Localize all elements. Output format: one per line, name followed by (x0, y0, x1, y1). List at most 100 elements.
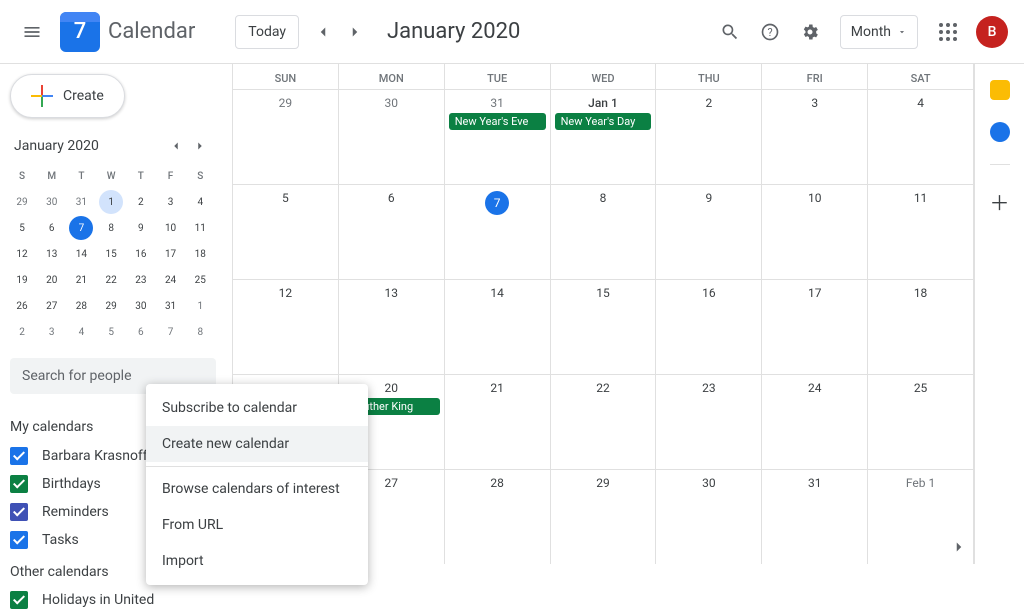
mini-cal-day[interactable]: 29 (99, 294, 123, 318)
day-cell[interactable]: 14 (445, 280, 551, 374)
tasks-icon[interactable] (990, 122, 1010, 142)
day-cell[interactable]: 30 (656, 470, 762, 564)
menu-item[interactable]: Browse calendars of interest (146, 471, 368, 507)
mini-cal-day[interactable]: 30 (40, 190, 64, 214)
day-cell[interactable]: 29 (233, 90, 339, 184)
mini-cal-day[interactable]: 4 (188, 190, 212, 214)
calendar-item[interactable]: Holidays in United (10, 586, 216, 614)
view-selector[interactable]: Month (840, 15, 918, 49)
day-cell[interactable]: 17 (762, 280, 868, 374)
mini-cal-day[interactable]: 2 (129, 190, 153, 214)
mini-cal-day[interactable]: 3 (159, 190, 183, 214)
search-button[interactable] (710, 12, 750, 52)
prev-month-button[interactable] (307, 16, 339, 48)
mini-cal-day[interactable]: 28 (69, 294, 93, 318)
mini-cal-day[interactable]: 4 (69, 320, 93, 344)
mini-cal-day[interactable]: 8 (99, 216, 123, 240)
mini-cal-day[interactable]: 15 (99, 242, 123, 266)
menu-item[interactable]: Create new calendar (146, 426, 368, 462)
menu-item[interactable]: Import (146, 543, 368, 579)
day-cell[interactable]: 22 (551, 375, 657, 469)
day-cell[interactable]: 24 (762, 375, 868, 469)
mini-cal-day[interactable]: 25 (188, 268, 212, 292)
account-avatar[interactable]: B (976, 16, 1008, 48)
day-cell[interactable]: 18 (868, 280, 974, 374)
day-cell[interactable]: 10 (762, 185, 868, 279)
mini-cal-day[interactable]: 20 (40, 268, 64, 292)
menu-item[interactable]: Subscribe to calendar (146, 390, 368, 426)
mini-cal-day[interactable]: 1 (188, 294, 212, 318)
google-apps-button[interactable] (928, 12, 968, 52)
mini-cal-day[interactable]: 19 (10, 268, 34, 292)
mini-cal-day[interactable]: 2 (10, 320, 34, 344)
day-cell[interactable]: 21 (445, 375, 551, 469)
event-chip[interactable]: New Year's Eve (449, 113, 546, 130)
day-cell[interactable]: 29 (551, 470, 657, 564)
calendar-checkbox[interactable] (10, 447, 28, 465)
calendar-checkbox[interactable] (10, 531, 28, 549)
day-cell[interactable]: 31 (762, 470, 868, 564)
mini-cal-day[interactable]: 23 (129, 268, 153, 292)
mini-cal-day[interactable]: 21 (69, 268, 93, 292)
mini-cal-day[interactable]: 30 (129, 294, 153, 318)
main-menu-button[interactable] (8, 8, 56, 56)
mini-cal-day[interactable]: 16 (129, 242, 153, 266)
day-cell[interactable]: 6 (339, 185, 445, 279)
mini-cal-day[interactable]: 26 (10, 294, 34, 318)
mini-cal-day[interactable]: 29 (10, 190, 34, 214)
mini-cal-day[interactable]: 10 (159, 216, 183, 240)
mini-cal-day[interactable]: 8 (188, 320, 212, 344)
mini-cal-day[interactable]: 17 (159, 242, 183, 266)
day-cell[interactable]: Jan 1New Year's Day (551, 90, 657, 184)
mini-cal-day[interactable]: 14 (69, 242, 93, 266)
day-cell[interactable]: 8 (551, 185, 657, 279)
day-cell[interactable]: 13 (339, 280, 445, 374)
day-cell[interactable]: 9 (656, 185, 762, 279)
day-cell[interactable]: 2 (656, 90, 762, 184)
day-cell[interactable]: 7 (445, 185, 551, 279)
day-cell[interactable]: 4 (868, 90, 974, 184)
day-cell[interactable]: 28 (445, 470, 551, 564)
calendar-checkbox[interactable] (10, 503, 28, 521)
day-cell[interactable]: 3 (762, 90, 868, 184)
mini-cal-day[interactable]: 27 (40, 294, 64, 318)
day-cell[interactable]: 23 (656, 375, 762, 469)
calendar-checkbox[interactable] (10, 591, 28, 609)
create-button[interactable]: Create (10, 74, 125, 118)
day-cell[interactable]: 30 (339, 90, 445, 184)
mini-next-button[interactable] (188, 134, 212, 158)
today-button[interactable]: Today (235, 15, 299, 49)
scroll-right-button[interactable] (950, 538, 968, 556)
day-cell[interactable]: 25 (868, 375, 974, 469)
day-cell[interactable]: 12 (233, 280, 339, 374)
keep-icon[interactable] (990, 80, 1010, 100)
mini-cal-day[interactable]: 6 (129, 320, 153, 344)
add-addon-button[interactable]: ＋ (990, 187, 1010, 216)
mini-cal-day[interactable]: 7 (69, 216, 93, 240)
day-cell[interactable]: 16 (656, 280, 762, 374)
mini-cal-day[interactable]: 22 (99, 268, 123, 292)
mini-cal-day[interactable]: 6 (40, 216, 64, 240)
help-button[interactable]: ? (750, 12, 790, 52)
day-cell[interactable]: 5 (233, 185, 339, 279)
mini-cal-day[interactable]: 7 (159, 320, 183, 344)
settings-button[interactable] (790, 12, 830, 52)
mini-cal-day[interactable]: 18 (188, 242, 212, 266)
mini-cal-day[interactable]: 31 (69, 190, 93, 214)
mini-cal-day[interactable]: 3 (40, 320, 64, 344)
next-month-button[interactable] (339, 16, 371, 48)
mini-cal-day[interactable]: 1 (99, 190, 123, 214)
calendar-checkbox[interactable] (10, 475, 28, 493)
mini-cal-day[interactable]: 5 (10, 216, 34, 240)
mini-cal-day[interactable]: 11 (188, 216, 212, 240)
mini-cal-day[interactable]: 5 (99, 320, 123, 344)
menu-item[interactable]: From URL (146, 507, 368, 543)
day-cell[interactable]: 11 (868, 185, 974, 279)
mini-cal-day[interactable]: 12 (10, 242, 34, 266)
event-chip[interactable]: New Year's Day (555, 113, 652, 130)
mini-cal-day[interactable]: 31 (159, 294, 183, 318)
day-cell[interactable]: 15 (551, 280, 657, 374)
mini-cal-day[interactable]: 24 (159, 268, 183, 292)
day-cell[interactable]: 31New Year's Eve (445, 90, 551, 184)
mini-cal-day[interactable]: 9 (129, 216, 153, 240)
